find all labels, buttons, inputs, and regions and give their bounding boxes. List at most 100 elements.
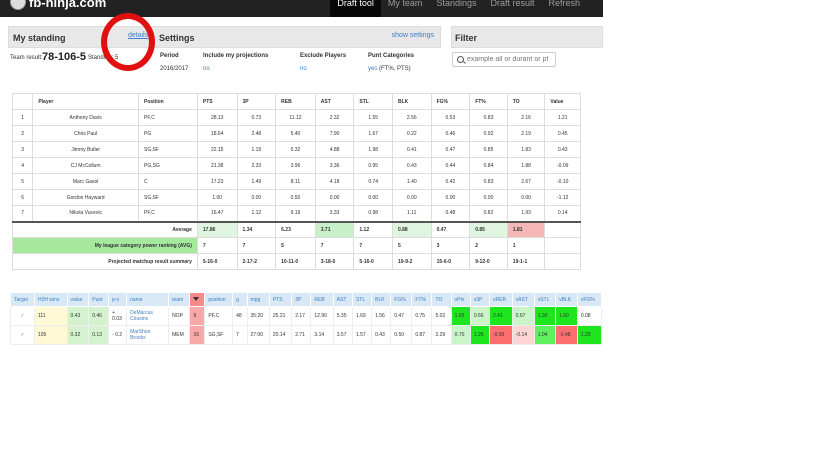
cell-position: C: [137, 173, 198, 190]
draft-cell-vfg: 0.08: [576, 306, 603, 326]
nav-standings[interactable]: Standings: [429, 0, 483, 17]
brand-name: fb-ninja.com: [29, 0, 107, 10]
show-settings-link[interactable]: show settings: [392, 32, 434, 39]
target-check-icon[interactable]: ✓: [10, 306, 35, 326]
cell-ft: 0.92: [469, 125, 508, 142]
player-row: 3 Jimmy Butler SG,SF 22.15 1.19 5.32 4.88 1.98 0…: [11, 141, 581, 158]
draft-cell-ft: 0.75: [411, 306, 433, 326]
cell-ast: 3.33: [314, 205, 355, 222]
draft-cell-value: 0.43: [66, 306, 90, 326]
player-row: 1 Anthony Davis PF,C 28.13 0.73 11.12 2.32 1.55…: [11, 109, 581, 126]
period-value: 2016/2017: [160, 66, 189, 72]
cell-pts: 21.38: [196, 157, 238, 174]
draft-row[interactable]: ✓ 111 0.43 0.46 + 0.03 DeMarcus Cousins NOP 9 PF…: [10, 306, 603, 326]
draft-col-24[interactable]: vSTL: [533, 292, 557, 307]
draft-col-17[interactable]: FG%: [390, 292, 413, 307]
exclude-players-value[interactable]: no: [300, 66, 307, 72]
nav-my-team[interactable]: My team: [381, 0, 430, 17]
avg-ast: 3.71: [314, 220, 355, 238]
draft-col-18[interactable]: FT%: [411, 292, 433, 307]
draft-col-9[interactable]: g: [232, 292, 248, 307]
draft-col-20[interactable]: vPts: [450, 292, 471, 307]
cell-value: 0.43: [544, 141, 581, 158]
projections-value[interactable]: no: [203, 66, 210, 72]
draft-cell-name[interactable]: MarShon Brooks: [126, 325, 170, 345]
draft-col-0[interactable]: Target: [10, 292, 35, 307]
draft-col-3[interactable]: Punt: [88, 292, 110, 307]
power-ft: 2: [469, 237, 508, 254]
avg-blk: 0.88: [391, 220, 432, 238]
cell-3p: 2.33: [236, 157, 277, 174]
col-player: Player: [32, 93, 139, 110]
cell-reb: 8.11: [275, 173, 316, 190]
draft-col-12[interactable]: 3P: [291, 292, 312, 307]
draft-cell-vstl: 1.30: [533, 306, 557, 326]
filter-search[interactable]: [452, 52, 556, 67]
filter-column-icon[interactable]: [189, 292, 206, 307]
my-standing-title: My standing: [13, 33, 66, 43]
draft-col-5[interactable]: name: [126, 292, 170, 307]
draft-cell-to: 5.02: [431, 306, 452, 326]
matchup-ft: 9-12-0: [469, 253, 508, 270]
draft-col-2[interactable]: value: [66, 292, 90, 307]
target-check-icon[interactable]: ✓: [10, 325, 35, 345]
power-ast: 7: [314, 237, 355, 254]
draft-cell-value: 0.32: [66, 325, 90, 345]
cell-stl: 0.98: [353, 205, 393, 222]
exclude-players-label: Exclude Players: [300, 53, 347, 59]
punt-yes-link[interactable]: yes: [368, 66, 377, 72]
cell-ft: 0.83: [469, 173, 508, 190]
draft-cell-h2h: 111: [33, 306, 68, 326]
power-fg: 3: [430, 237, 471, 254]
matchup-row: Projected matchup result summary 5-16-0 …: [12, 253, 581, 270]
draft-col-13[interactable]: REB: [310, 292, 334, 307]
cell-reb: 3.96: [275, 157, 316, 174]
nav-draft-result[interactable]: Draft result: [483, 0, 541, 17]
draft-col-15[interactable]: STL: [351, 292, 373, 307]
cell-player: Marc Gasol: [32, 173, 139, 190]
draft-cell-to: 2.29: [431, 325, 452, 345]
matchup-3p: 2-17-2: [236, 253, 277, 270]
draft-col-1[interactable]: H2H wins: [33, 292, 68, 307]
draft-col-10[interactable]: mpg: [246, 292, 270, 307]
draft-col-16[interactable]: BLK: [371, 292, 392, 307]
draft-col-4[interactable]: p-v: [108, 292, 128, 307]
cell-pts: 16.47: [196, 205, 238, 222]
draft-col-25[interactable]: vBLK: [555, 292, 578, 307]
cell-index: 3: [11, 141, 34, 158]
filter-search-input[interactable]: [467, 54, 555, 65]
nav-draft-tool[interactable]: Draft tool: [330, 0, 381, 17]
col-fg: FG%: [430, 93, 471, 110]
draft-col-23[interactable]: vAST: [511, 292, 535, 307]
draft-cell-stl: 1.69: [351, 306, 373, 326]
draft-row[interactable]: ✓ 105 0.32 0.13- 0.2 MarShon Brooks MEM 16 SG,S…: [10, 325, 603, 345]
draft-col-14[interactable]: AST: [332, 292, 353, 307]
draft-candidates-table: Target H2H wins value Punt p-v name team positi…: [10, 292, 603, 345]
cell-fg: 0.53: [430, 109, 471, 126]
power-to: 1: [506, 237, 546, 254]
draft-col-21[interactable]: v3P: [469, 292, 491, 307]
brand[interactable]: fb-ninja.com: [10, 0, 106, 10]
settings-title: Settings: [159, 33, 195, 43]
avg-to: 1.81: [506, 220, 546, 238]
draft-cell-pv: + 0.03: [108, 306, 128, 326]
draft-col-8[interactable]: position: [204, 292, 234, 307]
draft-cell-vreb: -0.99: [489, 325, 513, 345]
draft-col-22[interactable]: vREB: [489, 292, 513, 307]
punt-categories-value: yes (FT%, PTS): [368, 66, 411, 72]
draft-col-26[interactable]: vFG%: [576, 292, 603, 307]
draft-cell-position: PF,C: [204, 306, 234, 326]
cell-index: 7: [11, 205, 34, 222]
draft-col-6[interactable]: team: [168, 292, 191, 307]
avg-pts: 17.86: [196, 220, 238, 238]
draft-col-19[interactable]: TO: [431, 292, 452, 307]
matchup-value: [544, 253, 581, 270]
draft-col-11[interactable]: PTS: [268, 292, 293, 307]
cell-to: 1.88: [506, 157, 546, 174]
cell-fg: 0.42: [430, 173, 471, 190]
power-stl: 7: [353, 237, 393, 254]
cell-player: Chris Paul: [32, 125, 139, 142]
col-position: Position: [137, 93, 198, 110]
nav-refresh[interactable]: Refresh: [541, 0, 587, 17]
draft-cell-name[interactable]: DeMarcus Cousins: [126, 306, 170, 326]
